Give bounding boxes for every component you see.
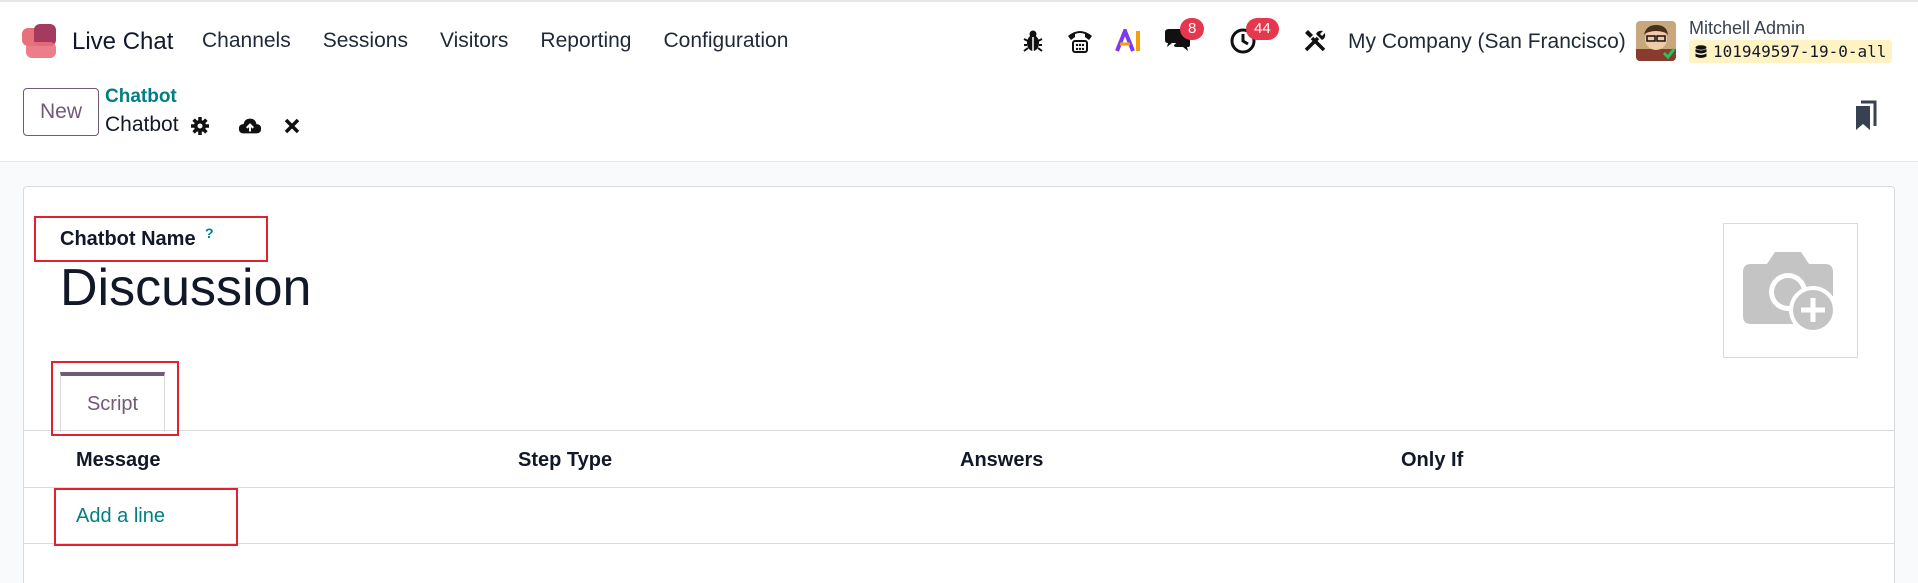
column-step-type[interactable]: Step Type <box>518 449 612 472</box>
menu-visitors[interactable]: Visitors <box>440 29 508 53</box>
app-brand[interactable]: Live Chat <box>22 24 173 60</box>
company-switcher[interactable]: My Company (San Francisco) <box>1348 30 1626 54</box>
menu-configuration[interactable]: Configuration <box>663 29 788 53</box>
menu-sessions[interactable]: Sessions <box>323 29 408 53</box>
activities-badge: 44 <box>1246 18 1279 40</box>
activities-clock-icon[interactable]: 44 <box>1226 18 1279 58</box>
user-avatar[interactable] <box>1636 21 1676 61</box>
camera-add-icon <box>1742 251 1837 334</box>
tab-script[interactable]: Script <box>60 372 165 432</box>
main-menu: Channels Sessions Visitors Reporting Con… <box>202 29 820 53</box>
control-panel: New Chatbot Chatbot <box>0 80 1918 162</box>
breadcrumb-parent[interactable]: Chatbot <box>105 86 177 108</box>
script-table-header: Message Step Type Answers Only If <box>24 431 1894 488</box>
save-cloud-upload-icon[interactable] <box>238 114 262 138</box>
tab-script-label: Script <box>86 392 139 415</box>
menu-channels[interactable]: Channels <box>202 29 291 53</box>
discard-close-icon[interactable] <box>280 114 304 138</box>
database-tag: 101949597-19-0-all <box>1689 40 1893 63</box>
app-name: Live Chat <box>72 28 174 55</box>
chatbot-name-input[interactable]: Discussion <box>60 258 311 318</box>
messages-icon[interactable]: 8 <box>1160 18 1205 58</box>
debug-bug-icon[interactable] <box>1016 24 1050 58</box>
chatbot-name-label: Chatbot Name <box>60 228 196 250</box>
column-answers[interactable]: Answers <box>960 449 1043 472</box>
phone-icon[interactable] <box>1063 24 1097 58</box>
tools-icon[interactable] <box>1298 24 1332 58</box>
table-row: Add a line <box>24 488 1894 544</box>
help-tooltip-icon[interactable]: ? <box>205 225 214 241</box>
column-message[interactable]: Message <box>76 449 161 472</box>
new-button[interactable]: New <box>23 88 99 136</box>
gear-icon[interactable] <box>188 114 212 138</box>
breadcrumb-current: Chatbot <box>105 113 179 136</box>
ai-icon[interactable] <box>1112 24 1146 58</box>
knowledge-bookmark-icon[interactable] <box>1853 100 1879 132</box>
top-navbar: Live Chat Channels Sessions Visitors Rep… <box>0 0 1918 80</box>
column-only-if[interactable]: Only If <box>1401 449 1463 472</box>
live-chat-logo-icon <box>22 24 58 60</box>
database-name: 101949597-19-0-all <box>1713 42 1887 61</box>
user-name[interactable]: Mitchell Admin <box>1689 18 1805 39</box>
messages-badge: 8 <box>1180 18 1205 40</box>
image-upload[interactable] <box>1723 223 1858 358</box>
add-line-link[interactable]: Add a line <box>76 505 165 528</box>
menu-reporting[interactable]: Reporting <box>540 29 631 53</box>
database-icon <box>1695 44 1707 58</box>
